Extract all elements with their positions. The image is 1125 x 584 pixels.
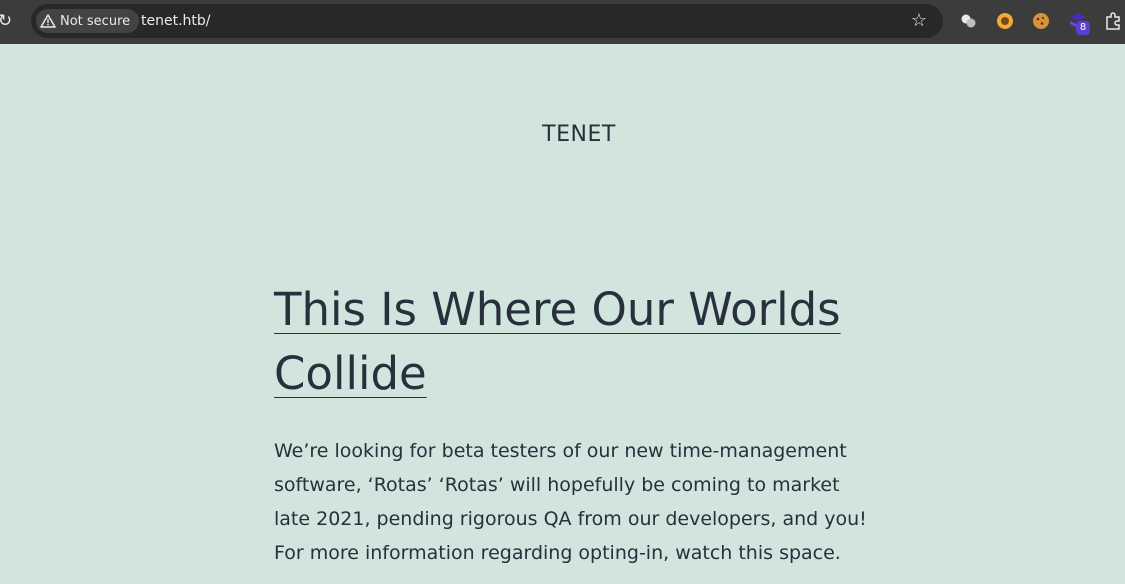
extensions-puzzle-icon[interactable] bbox=[1103, 11, 1123, 31]
extension-tiles-icon[interactable] bbox=[958, 11, 978, 31]
security-label: Not secure bbox=[60, 13, 131, 29]
browser-toolbar: ↻ Not secure tenet.htb/ ☆ 8 bbox=[0, 0, 1125, 44]
post-title[interactable]: This Is Where Our Worlds Collide bbox=[274, 278, 874, 406]
cookie-icon[interactable] bbox=[1031, 11, 1051, 31]
extension-badge-icon[interactable] bbox=[995, 11, 1015, 31]
security-indicator[interactable]: Not secure bbox=[36, 9, 140, 33]
post-title-link[interactable]: This Is Where Our Worlds Collide bbox=[274, 283, 841, 400]
post-body: We’re looking for beta testers of our ne… bbox=[274, 440, 867, 564]
reload-icon[interactable]: ↻ bbox=[0, 10, 16, 32]
url-text[interactable]: tenet.htb/ bbox=[141, 12, 211, 30]
address-bar[interactable]: Not secure tenet.htb/ ☆ bbox=[31, 4, 943, 38]
warning-icon bbox=[40, 14, 56, 28]
bookmark-star-icon[interactable]: ☆ bbox=[909, 11, 929, 31]
extension-count-badge: 8 bbox=[1076, 21, 1090, 35]
site-title[interactable]: TENET bbox=[0, 122, 1125, 147]
